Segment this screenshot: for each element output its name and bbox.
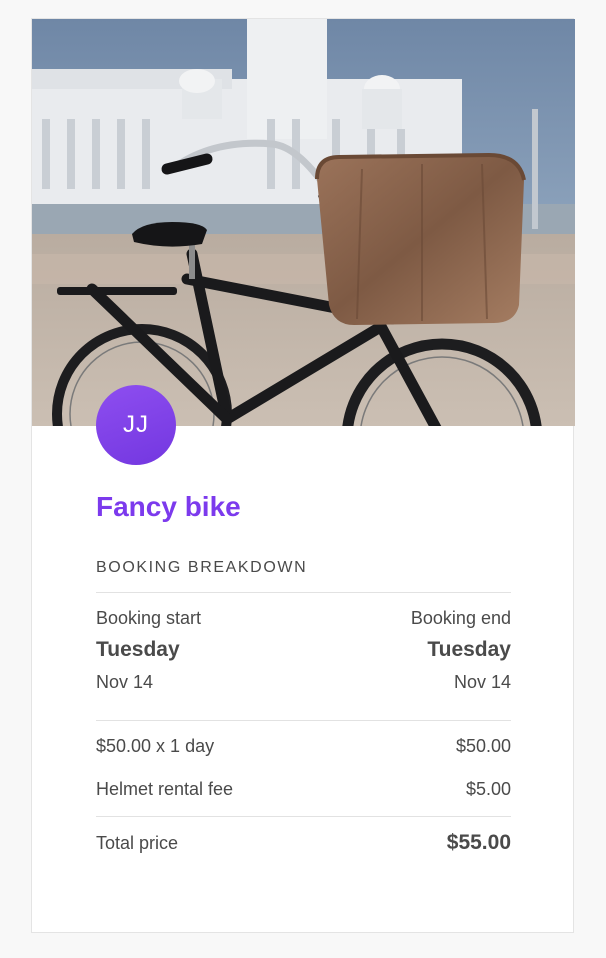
line-item-row: $50.00 x 1 day $50.00 [96, 736, 511, 757]
total-label: Total price [96, 832, 179, 853]
listing-image [32, 19, 575, 426]
line-item-amount: $5.00 [465, 779, 511, 799]
avatar: JJ [96, 385, 176, 465]
line-item-amount: $50.00 [455, 736, 511, 756]
booking-start-day: Tuesday [96, 638, 180, 661]
divider-total [96, 816, 511, 817]
line-item-row: Helmet rental fee $5.00 [96, 779, 511, 800]
total-amount: $55.00 [446, 831, 511, 854]
avatar-initials: JJ [123, 411, 149, 438]
booking-start-label: Booking start [96, 608, 202, 628]
booking-card: JJ Fancy bike BOOKING BREAKDOWN Booking … [31, 18, 575, 933]
line-item-label: $50.00 x 1 day [96, 736, 215, 756]
divider-top [96, 592, 511, 593]
booking-start-date: Nov 14 [96, 672, 154, 692]
booking-labels-row: Booking start Booking end [96, 608, 511, 629]
total-row: Total price $55.00 [96, 831, 511, 855]
booking-days-row: Tuesday Tuesday [96, 638, 511, 662]
listing-title[interactable]: Fancy bike [96, 489, 241, 525]
divider-dates [96, 720, 511, 721]
booking-end-label: Booking end [410, 608, 511, 628]
booking-end-day: Tuesday [427, 638, 511, 661]
bicycle-photo [32, 19, 575, 426]
line-item-label: Helmet rental fee [96, 779, 234, 799]
booking-end-date: Nov 14 [453, 672, 511, 692]
breakdown-heading: BOOKING BREAKDOWN [96, 559, 308, 576]
booking-dates-row: Nov 14 Nov 14 [96, 672, 511, 693]
